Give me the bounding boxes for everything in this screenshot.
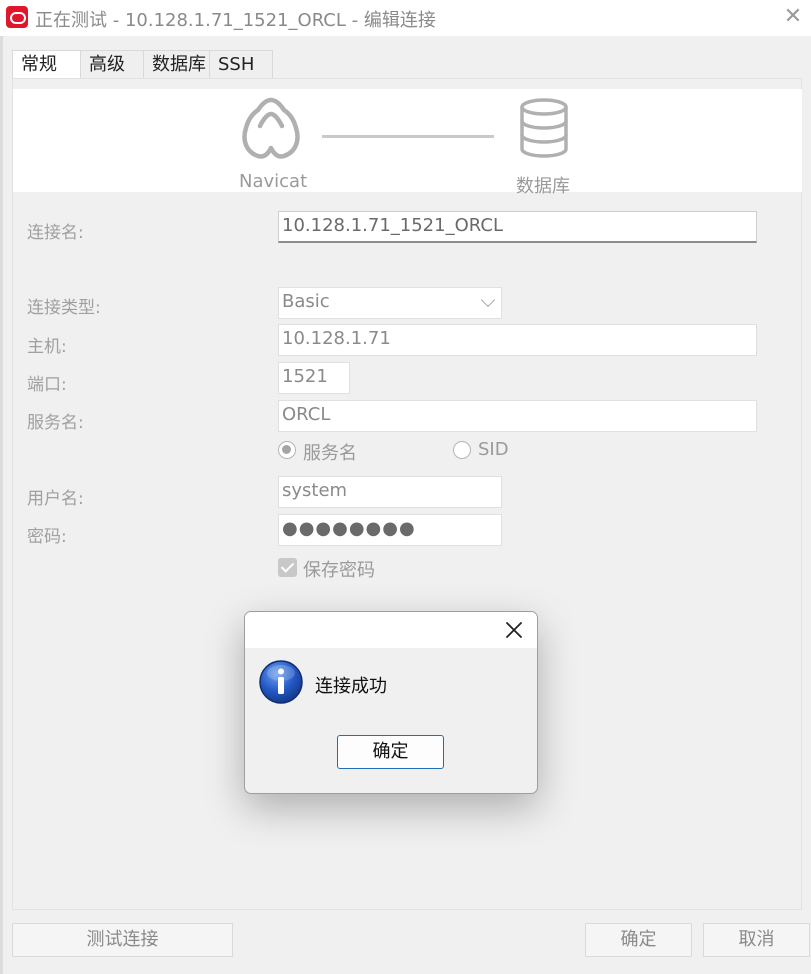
port-label: 端口: — [27, 375, 67, 395]
host-input[interactable]: 10.128.1.71 — [278, 324, 757, 356]
password-label: 密码: — [27, 527, 67, 547]
service-name-radio-label: 服务名 — [303, 443, 357, 464]
dialog-message: 连接成功 — [315, 676, 387, 697]
service-name-input[interactable]: ORCL — [278, 400, 757, 432]
username-input[interactable]: system — [278, 476, 502, 508]
window-title: 正在测试 - 10.128.1.71_1521_ORCL - 编辑连接 — [35, 10, 436, 31]
window-edge — [0, 36, 3, 974]
save-password-label: 保存密码 — [303, 560, 375, 581]
dialog-ok-button[interactable]: 确定 — [337, 735, 444, 769]
dialog-close-icon[interactable] — [501, 617, 527, 643]
database-caption: 数据库 — [516, 176, 570, 197]
username-label: 用户名: — [27, 489, 84, 509]
save-password-checkbox[interactable] — [278, 558, 297, 577]
tab-bar: 常规 高级 数据库 SSH — [12, 50, 273, 79]
service-name-radio[interactable] — [278, 441, 296, 459]
tab-advanced[interactable]: 高级 — [80, 50, 144, 78]
connection-line — [322, 135, 494, 138]
host-label: 主机: — [27, 337, 67, 357]
tab-general[interactable]: 常规 — [12, 50, 81, 79]
info-icon — [259, 660, 303, 704]
connection-name-input[interactable]: 10.128.1.71_1521_ORCL — [278, 211, 757, 243]
cancel-button[interactable]: 取消 — [703, 923, 810, 957]
port-input[interactable]: 1521 — [278, 362, 350, 394]
sid-radio[interactable] — [453, 441, 471, 459]
connection-type-select[interactable]: Basic — [278, 287, 502, 319]
test-connection-button[interactable]: 测试连接 — [12, 923, 233, 957]
connection-type-label: 连接类型: — [27, 298, 101, 318]
success-dialog: 连接成功 确定 — [244, 611, 538, 794]
tab-database[interactable]: 数据库 — [143, 50, 210, 78]
chevron-down-icon — [480, 292, 496, 308]
password-input[interactable]: ●●●●●●●● — [278, 514, 502, 546]
navicat-logo-icon — [242, 97, 300, 159]
tab-ssh[interactable]: SSH — [209, 50, 273, 78]
sid-radio-label: SID — [478, 439, 509, 460]
ok-button[interactable]: 确定 — [585, 923, 692, 957]
title-bar: 正在测试 - 10.128.1.71_1521_ORCL - 编辑连接 ✕ — [0, 0, 811, 36]
service-name-label: 服务名: — [27, 413, 84, 433]
dialog-title-bar — [245, 612, 537, 648]
connection-header — [13, 89, 802, 192]
database-icon — [520, 98, 568, 158]
connection-name-label: 连接名: — [27, 223, 84, 243]
connection-type-value: Basic — [282, 291, 330, 312]
app-icon — [6, 6, 28, 28]
window-close-button[interactable]: ✕ — [780, 4, 806, 30]
navicat-caption: Navicat — [239, 171, 308, 192]
